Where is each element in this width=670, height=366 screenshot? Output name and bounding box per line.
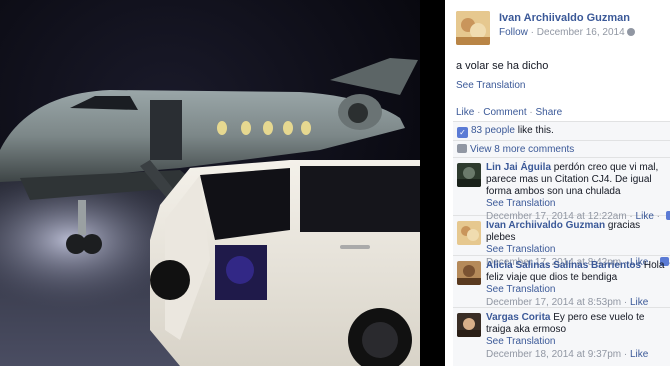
comment-body: Alicia Salinas Salinas Barrientos Hola f… <box>486 260 666 284</box>
comment-body: Ivan Archiivaldo Guzman gracias plebes <box>486 220 666 244</box>
action-separator: · <box>526 107 536 118</box>
comment-body: Lin Jai Águila perdón creo que vi mal, p… <box>486 162 666 198</box>
commenter-avatar-image <box>457 313 481 337</box>
commenter-name[interactable]: Lin Jai Águila <box>486 162 551 173</box>
like-action[interactable]: Like <box>456 107 474 118</box>
commenter-avatar-image <box>457 221 481 245</box>
post-header: Ivan Archiivaldo Guzman Follow · Decembe… <box>456 11 666 47</box>
comment-body: Vargas Corita Ey pero ese vuelo te traig… <box>486 312 666 336</box>
likes-suffix: like this. <box>514 125 554 136</box>
comment-bubble-icon <box>457 144 467 153</box>
view-more-comments[interactable]: View 8 more comments <box>453 141 670 158</box>
comment-item: Ivan Archiivaldo Guzman gracias plebes S… <box>453 216 670 268</box>
post-date[interactable]: December 16, 2014 <box>537 27 625 38</box>
comment-like-link[interactable]: Like <box>630 297 648 308</box>
post-see-translation[interactable]: See Translation <box>456 80 526 91</box>
commenter-avatar-image <box>457 261 481 285</box>
meta-separator: · <box>527 27 537 38</box>
post-photo[interactable] <box>0 0 420 366</box>
comment-like-link[interactable]: Like <box>630 349 648 360</box>
thumbs-up-icon: ✓ <box>457 127 468 138</box>
commenter-name[interactable]: Ivan Archiivaldo Guzman <box>486 220 605 231</box>
comment-date[interactable]: December 17, 2014 at 8:53pm <box>486 297 621 308</box>
author-name[interactable]: Ivan Archiivaldo Guzman <box>499 12 630 24</box>
commenter-avatar[interactable] <box>457 163 481 187</box>
comment-see-translation[interactable]: See Translation <box>486 336 666 348</box>
post-caption: a volar se ha dicho <box>456 60 549 72</box>
comment-meta: December 18, 2014 at 9:37pm · Like <box>486 349 649 360</box>
view-more-label[interactable]: View 8 more comments <box>470 144 574 155</box>
comment-see-translation[interactable]: See Translation <box>486 284 666 296</box>
post-meta: Follow · December 16, 2014 <box>499 27 635 38</box>
comment-action[interactable]: Comment <box>483 107 526 118</box>
comment-item: Vargas Corita Ey pero ese vuelo te traig… <box>453 308 670 360</box>
comment-item: Lin Jai Águila perdón creo que vi mal, p… <box>453 158 670 222</box>
likes-summary: ✓ 83 people like this. <box>453 122 670 141</box>
comment-date[interactable]: December 18, 2014 at 9:37pm <box>486 349 621 360</box>
author-avatar[interactable] <box>456 11 490 45</box>
avatar-image <box>456 11 490 45</box>
commenter-avatar-image <box>457 163 481 187</box>
comment-see-translation[interactable]: See Translation <box>486 198 666 210</box>
jet-and-suv-image <box>0 0 420 366</box>
comment-see-translation[interactable]: See Translation <box>486 244 666 256</box>
feedback-box: ✓ 83 people like this. View 8 more commen… <box>453 121 670 366</box>
follow-link[interactable]: Follow <box>499 27 528 38</box>
post-actions: Like · Comment · Share <box>456 107 562 118</box>
share-action[interactable]: Share <box>536 107 563 118</box>
likes-count-link[interactable]: 83 people <box>471 125 515 136</box>
photo-viewer <box>0 0 445 366</box>
comment-item: Alicia Salinas Salinas Barrientos Hola f… <box>453 256 670 308</box>
commenter-avatar[interactable] <box>457 221 481 245</box>
commenter-name[interactable]: Alicia Salinas Salinas Barrientos <box>486 260 641 271</box>
action-separator: · <box>474 107 484 118</box>
commenter-name[interactable]: Vargas Corita <box>486 312 550 323</box>
post-panel: Ivan Archiivaldo Guzman Follow · Decembe… <box>445 0 670 366</box>
commenter-avatar[interactable] <box>457 261 481 285</box>
globe-icon[interactable] <box>626 28 635 36</box>
commenter-avatar[interactable] <box>457 313 481 337</box>
